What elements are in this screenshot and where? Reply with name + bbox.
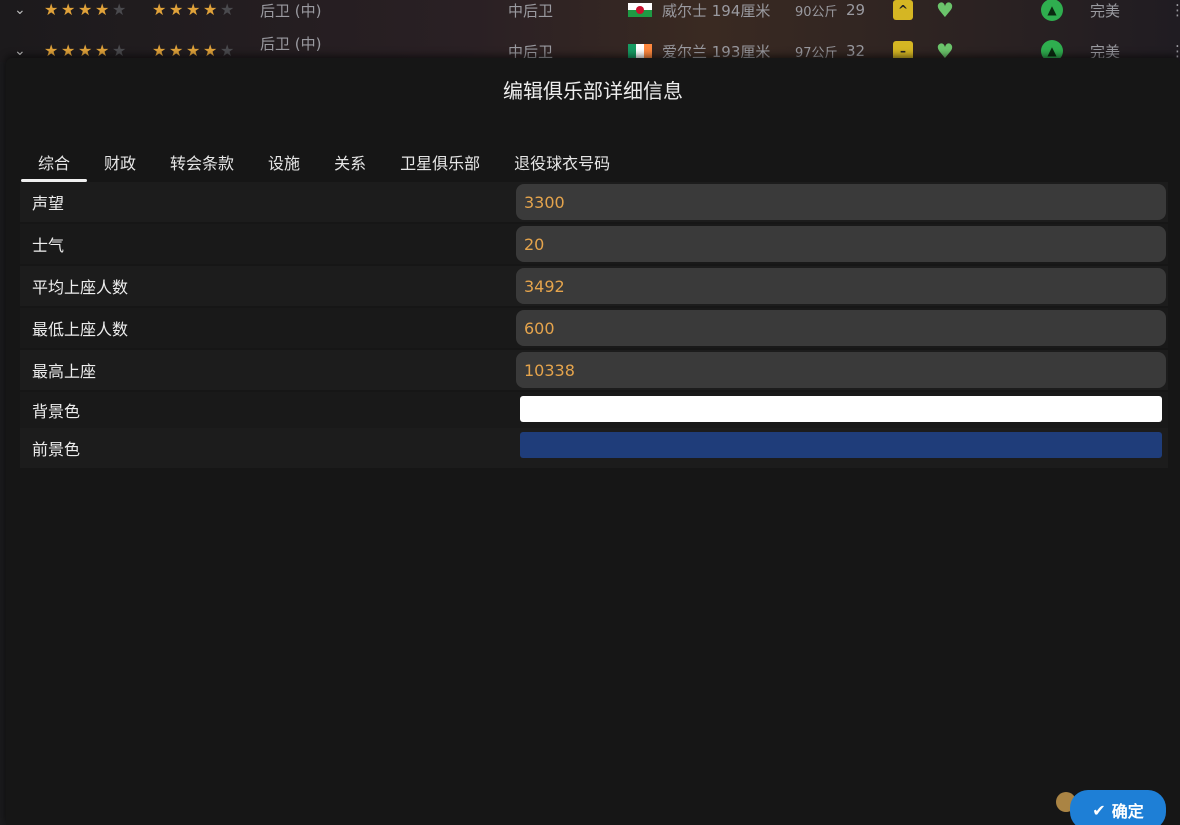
minimum-attendance-input[interactable]: 600 <box>516 310 1166 346</box>
star-rating: ★ ★ ★ ★ ★ <box>44 0 127 19</box>
checkmark-icon: ✔ <box>1092 800 1106 820</box>
ireland-flag-icon <box>628 44 652 58</box>
field-label: 声望 <box>32 194 65 213</box>
dialog-title: 编辑俱乐部详细信息 <box>503 79 683 103</box>
form-row-reputation: 声望 3300 <box>20 182 1168 222</box>
wales-flag-icon <box>628 3 652 17</box>
more-icon[interactable]: ⋮ <box>1170 1 1180 19</box>
tab-relations[interactable]: 关系 <box>317 142 383 182</box>
confirm-button[interactable]: ✔ 确定 <box>1070 790 1166 825</box>
position-label: 后卫 (中) <box>260 1 322 20</box>
list-item[interactable]: ⌄ ★ ★ ★ ★ ★ ★ ★ ★ ★ ★ 后卫 (中) 中后卫 威尔士 194厘米 90公斤 … <box>0 0 1180 30</box>
heart-icon: ♥ <box>936 0 954 22</box>
reputation-input[interactable]: 3300 <box>516 184 1166 220</box>
tab-bar: 综合 财政 转会条款 设施 关系 卫星俱乐部 退役球衣号码 <box>21 142 627 182</box>
maximum-attendance-input[interactable]: 10338 <box>516 352 1166 388</box>
age: 29 <box>846 1 866 19</box>
average-attendance-input[interactable]: 3492 <box>516 268 1166 304</box>
field-label: 最高上座 <box>32 362 97 381</box>
field-label: 士气 <box>32 236 65 255</box>
tab-general[interactable]: 综合 <box>21 142 88 182</box>
chevron-down-icon[interactable]: ⌄ <box>14 43 26 59</box>
star-rating: ★ ★ ★ ★ ★ <box>152 0 235 19</box>
field-label: 平均上座人数 <box>32 278 129 297</box>
nationality-height: 威尔士 194厘米 <box>662 1 771 20</box>
form-row-morale: 士气 20 <box>20 224 1168 264</box>
condition: 完美 <box>1090 1 1121 20</box>
field-label: 背景色 <box>32 402 81 421</box>
position-label: 后卫 (中) <box>260 35 322 53</box>
form-row-minimum-attendance: 最低上座人数 600 <box>20 308 1168 348</box>
form-row-maximum-attendance: 最高上座 10338 <box>20 350 1168 390</box>
tab-finance[interactable]: 财政 <box>87 142 153 182</box>
arrow-up-icon: ▲ <box>1041 0 1063 21</box>
form-row-average-attendance: 平均上座人数 3492 <box>20 266 1168 306</box>
background-player-list: ⌄ ★ ★ ★ ★ ★ ★ ★ ★ ★ ★ 后卫 (中) 中后卫 威尔士 194厘米 90公斤 … <box>0 0 1180 62</box>
form-row-background-color: 背景色 <box>20 392 1168 428</box>
background-color-swatch[interactable] <box>520 396 1162 422</box>
form-row-foreground-color: 前景色 <box>20 428 1168 468</box>
tab-facilities[interactable]: 设施 <box>251 142 317 182</box>
star-rating: ★ ★ ★ ★ ★ <box>152 41 235 60</box>
field-label: 最低上座人数 <box>32 320 129 339</box>
tab-transfer-terms[interactable]: 转会条款 <box>153 142 251 182</box>
tab-affiliate-clubs[interactable]: 卫星俱乐部 <box>383 142 497 182</box>
foreground-color-swatch[interactable] <box>520 432 1162 458</box>
tab-retired-numbers[interactable]: 退役球衣号码 <box>497 142 627 182</box>
position-label: 中后卫 <box>508 1 554 20</box>
star-rating: ★ ★ ★ ★ ★ <box>44 41 127 60</box>
field-label: 前景色 <box>32 440 81 459</box>
morale-input[interactable]: 20 <box>516 226 1166 262</box>
chevron-down-icon[interactable]: ⌄ <box>14 2 26 18</box>
confirm-label: 确定 <box>1111 802 1144 821</box>
edit-club-dialog: 编辑俱乐部详细信息 综合 财政 转会条款 设施 关系 卫星俱乐部 退役球衣号码 … <box>6 58 1180 825</box>
weight: 90公斤 <box>795 4 838 20</box>
caret-up-icon: ^ <box>893 0 913 20</box>
